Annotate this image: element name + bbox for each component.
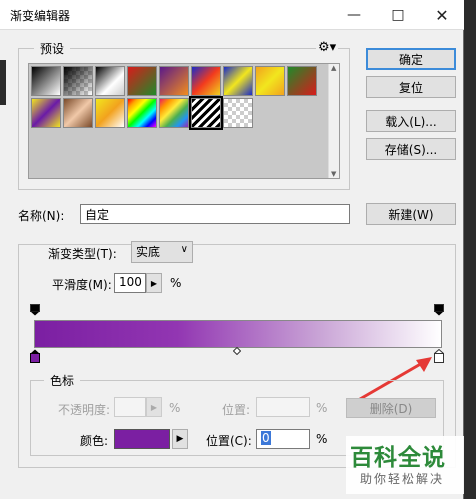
presets-legend: 预设 (34, 40, 71, 57)
location-unit: % (316, 432, 328, 446)
preset-swatch-selected[interactable] (189, 96, 223, 130)
smoothness-input[interactable]: 100 (114, 273, 146, 293)
preset-swatch[interactable] (191, 66, 221, 96)
watermark-sub: 助你轻松解决 (360, 472, 445, 486)
preset-swatch[interactable] (31, 98, 61, 128)
preset-swatch[interactable] (95, 98, 125, 128)
preset-swatch[interactable] (287, 66, 317, 96)
preset-swatch[interactable] (31, 66, 61, 96)
gradient-type-label: 渐变类型(T): (44, 245, 121, 262)
background-strip-left (0, 60, 6, 105)
chevron-down-icon: ∨ (180, 244, 188, 255)
reset-button[interactable]: 复位 (366, 76, 456, 98)
color-stop-left[interactable] (30, 349, 40, 363)
opacity-location-input (256, 397, 310, 417)
gradient-preview-bar[interactable] (34, 320, 442, 348)
watermark-main: 百科全说 (350, 445, 446, 471)
midpoint-diamond-icon[interactable] (233, 347, 241, 355)
watermark-logo: 百科全说 助你轻松解决 (346, 436, 464, 494)
window-title: 渐变编辑器 (10, 9, 71, 23)
gradient-editor-dialog: 渐变编辑器 — □ ✕ 预设 ⚙▾ ▲ ▼ 确定 复位 载入(L)... 存储(… (0, 0, 464, 499)
opacity-location-label: 位置: (222, 403, 251, 417)
preset-swatch[interactable] (159, 98, 189, 128)
location-input[interactable]: 0 (256, 429, 310, 449)
presets-scrollbar[interactable]: ▲ ▼ (328, 64, 339, 178)
preset-swatch[interactable] (127, 66, 157, 96)
close-icon[interactable]: ✕ (420, 0, 464, 30)
opacity-unit: % (169, 401, 181, 415)
opacity-label: 不透明度: (58, 403, 111, 417)
smoothness-unit: % (170, 276, 182, 290)
stops-legend: 色标 (44, 372, 81, 389)
preset-swatch[interactable] (159, 66, 189, 96)
gear-icon[interactable]: ⚙▾ (316, 40, 339, 55)
preset-swatch[interactable] (223, 66, 253, 96)
delete-button: 删除(D) (346, 398, 436, 418)
minimize-icon[interactable]: — (332, 0, 376, 30)
color-swatch[interactable] (114, 429, 170, 449)
opacity-input (114, 397, 146, 417)
preset-swatch-grid: ▲ ▼ (28, 63, 340, 179)
opacity-location-unit: % (316, 401, 328, 415)
name-label: 名称(N): (18, 209, 65, 223)
title-bar: 渐变编辑器 — □ ✕ (0, 0, 464, 30)
preset-swatch[interactable] (95, 66, 125, 96)
maximize-icon[interactable]: □ (376, 0, 420, 30)
preset-swatch[interactable] (63, 98, 93, 128)
location-label: 位置(C): (206, 434, 252, 448)
preset-swatch[interactable] (223, 98, 253, 128)
smoothness-label: 平滑度(M): (52, 278, 112, 292)
opacity-stop-right[interactable] (434, 304, 444, 316)
smoothness-popup-arrow-icon[interactable]: ▶ (146, 273, 162, 293)
new-button[interactable]: 新建(W) (366, 203, 456, 225)
preset-swatch[interactable] (255, 66, 285, 96)
ok-button[interactable]: 确定 (366, 48, 456, 70)
preset-swatch[interactable] (63, 66, 93, 96)
load-button[interactable]: 载入(L)... (366, 110, 456, 132)
save-button[interactable]: 存储(S)... (366, 138, 456, 160)
color-label: 颜色: (80, 434, 109, 448)
background-strip (464, 0, 476, 499)
gradient-type-value: 实底 (136, 245, 161, 259)
opacity-stop-left[interactable] (30, 304, 40, 316)
preset-swatch[interactable] (127, 98, 157, 128)
name-input[interactable]: 自定 (80, 204, 350, 224)
color-popup-arrow-icon[interactable]: ▶ (172, 429, 188, 449)
gradient-type-select[interactable]: 实底 ∨ (131, 241, 193, 263)
location-value: 0 (261, 431, 271, 445)
opacity-popup-arrow-icon: ▶ (146, 397, 162, 417)
